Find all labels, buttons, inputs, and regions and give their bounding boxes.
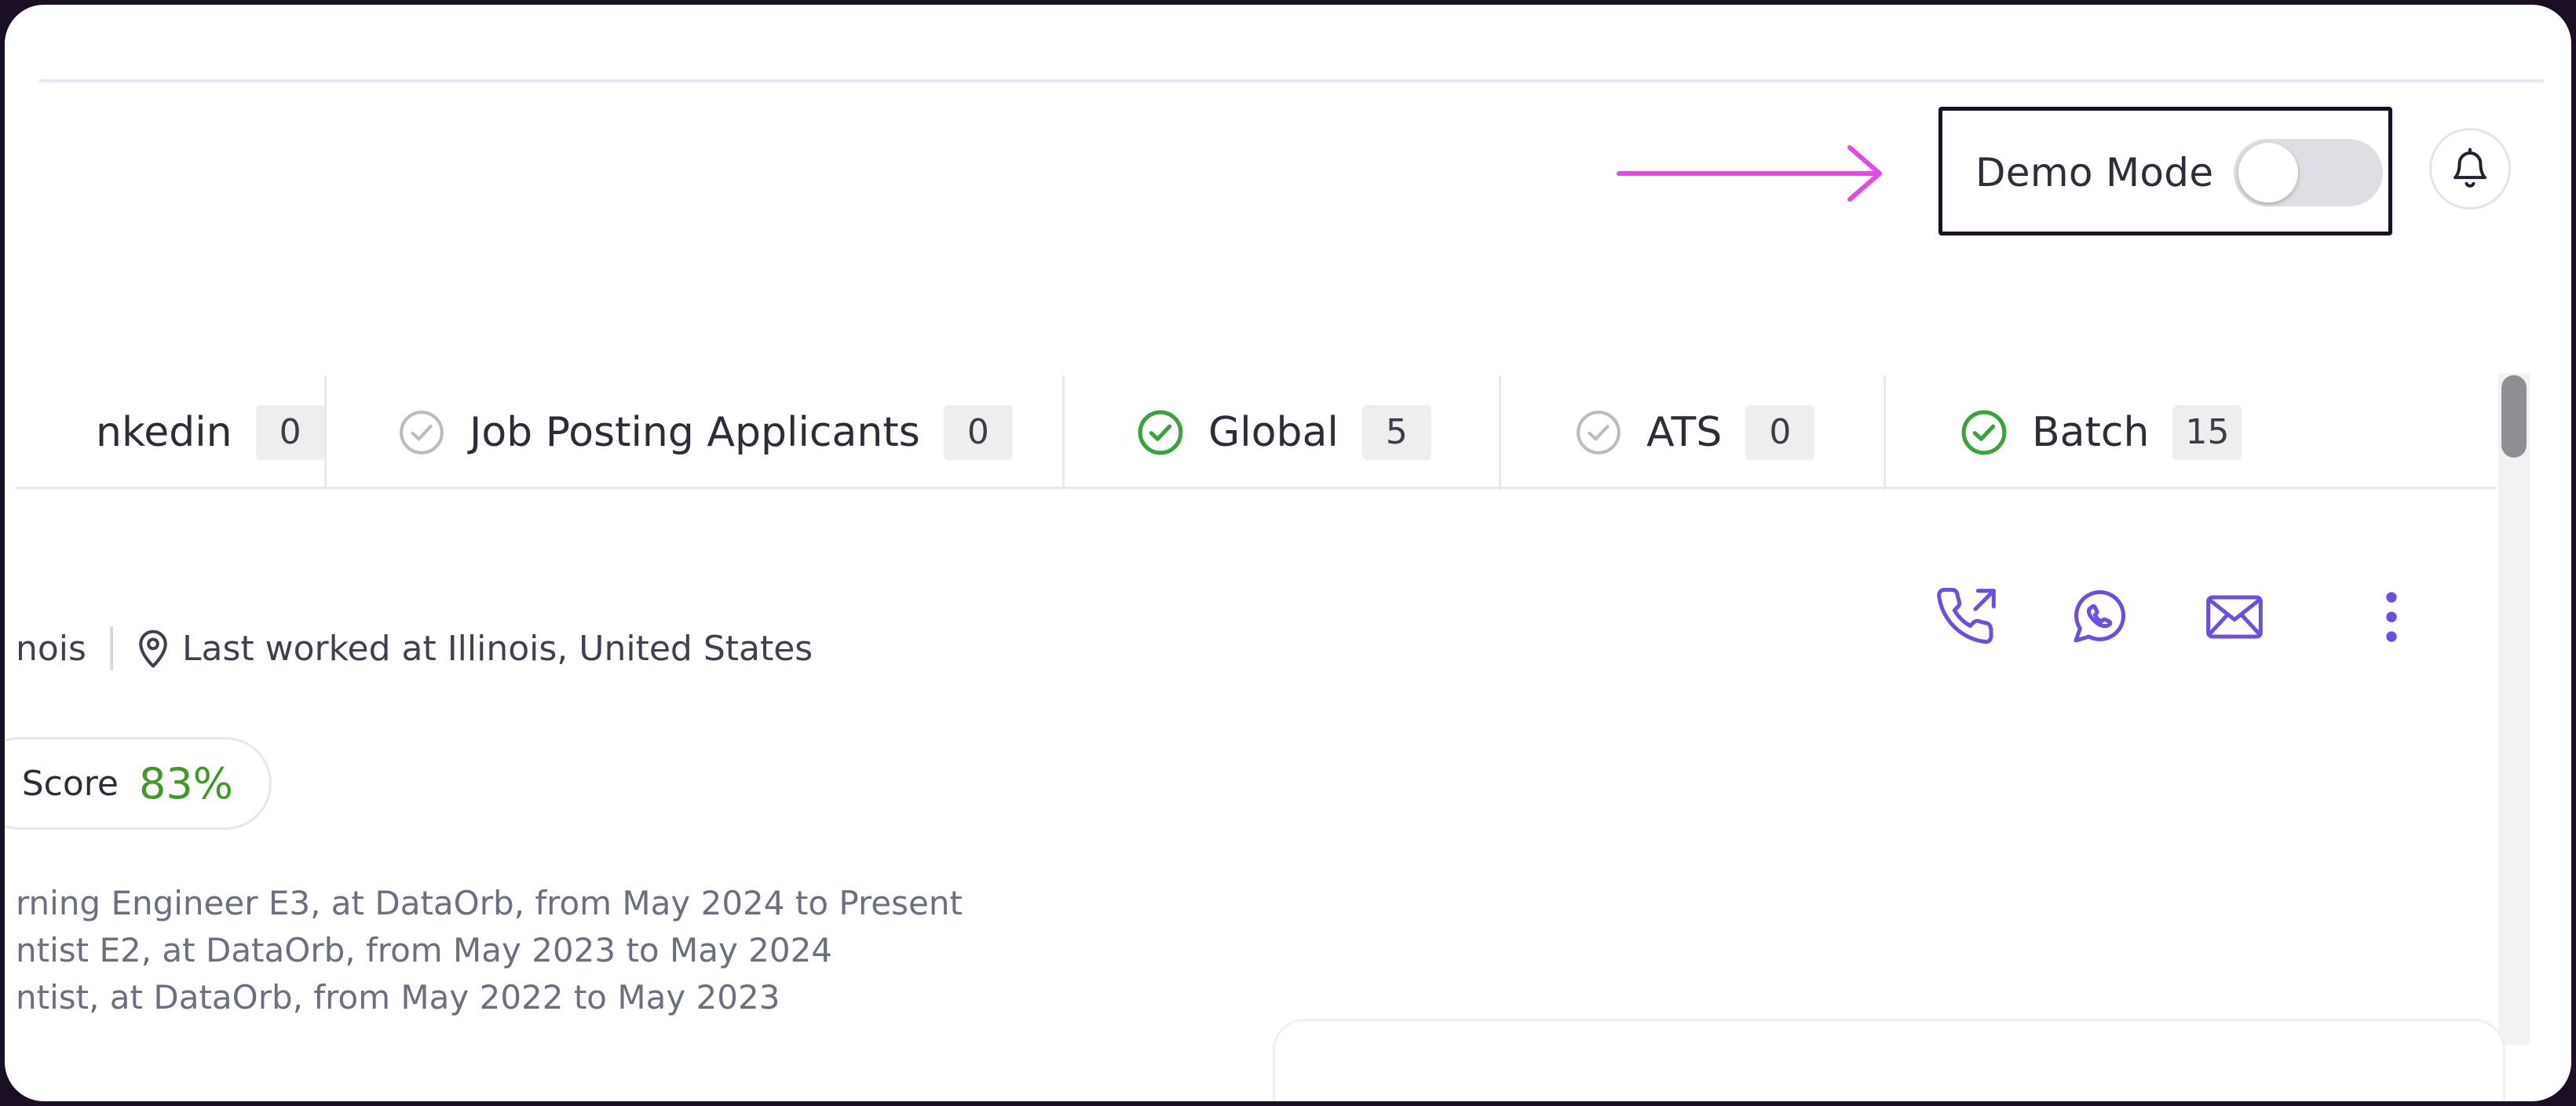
tab-ats[interactable]: ATS 0 bbox=[1574, 375, 1815, 490]
tab-label: Job Posting Applicants bbox=[470, 409, 920, 456]
tab-label: nkedin bbox=[96, 409, 232, 456]
tabs-divider bbox=[16, 487, 2497, 489]
tab-divider bbox=[1499, 375, 1501, 490]
check-circle-icon bbox=[400, 411, 444, 454]
whatsapp-icon[interactable] bbox=[2068, 586, 2131, 648]
tab-count: 0 bbox=[255, 405, 325, 460]
app-window: Demo Mode nkedin 0 Job Posting Applicant… bbox=[0, 0, 2576, 1106]
scrollbar-thumb[interactable] bbox=[2501, 375, 2527, 458]
score-value: 83% bbox=[138, 758, 233, 809]
tab-job-posting-applicants[interactable]: Job Posting Applicants 0 bbox=[397, 375, 1013, 490]
bell-icon bbox=[2454, 148, 2486, 188]
check-circle-icon bbox=[1577, 411, 1621, 454]
score-label: Score bbox=[21, 763, 119, 804]
tab-count: 0 bbox=[943, 405, 1013, 460]
annotation-arrow bbox=[1617, 145, 1882, 202]
tab-divider bbox=[1884, 375, 1886, 490]
toggle-knob bbox=[2238, 143, 2298, 203]
demo-mode-toggle[interactable] bbox=[2234, 139, 2383, 206]
notifications-button[interactable] bbox=[2429, 128, 2511, 210]
demo-mode-highlight: Demo Mode bbox=[1938, 107, 2392, 235]
check-circle-icon bbox=[1138, 410, 1183, 455]
demo-mode-label: Demo Mode bbox=[1975, 150, 2214, 195]
check-circle-icon bbox=[1961, 410, 2007, 455]
tab-linkedin[interactable]: nkedin 0 bbox=[96, 375, 325, 490]
tab-label: ATS bbox=[1646, 409, 1723, 456]
experience-item: rning Engineer E3, at DataOrb, from May … bbox=[16, 884, 963, 922]
experience-item: ntist E2, at DataOrb, from May 2023 to M… bbox=[16, 931, 833, 969]
tab-count: 15 bbox=[2172, 405, 2242, 460]
map-pin-icon bbox=[139, 630, 167, 668]
match-score-badge: Score 83% bbox=[5, 737, 272, 830]
more-vertical-icon[interactable] bbox=[2360, 586, 2423, 648]
candidate-detail-card bbox=[1273, 1019, 2505, 1101]
last-worked-location: Last worked at Illinois, United States bbox=[181, 628, 813, 669]
tab-count: 5 bbox=[1361, 405, 1431, 460]
location-separator bbox=[109, 626, 113, 670]
tab-global[interactable]: Global 5 bbox=[1136, 375, 1431, 490]
candidate-location: nois Last worked at Illinois, United Sta… bbox=[16, 625, 813, 672]
contact-actions bbox=[1936, 586, 2423, 648]
tab-batch[interactable]: Batch 15 bbox=[1960, 375, 2242, 490]
phone-call-icon[interactable] bbox=[1936, 586, 1999, 648]
experience-list: rning Engineer E3, at DataOrb, from May … bbox=[16, 880, 963, 1021]
tab-label: Batch bbox=[2032, 409, 2150, 456]
tab-divider bbox=[324, 375, 327, 490]
header-divider bbox=[39, 79, 2544, 82]
experience-item: ntist, at DataOrb, from May 2022 to May … bbox=[16, 978, 780, 1017]
source-tabs: nkedin 0 Job Posting Applicants 0 Global… bbox=[16, 375, 2497, 490]
location-prefix: nois bbox=[16, 628, 86, 669]
email-icon[interactable] bbox=[2203, 586, 2266, 648]
tab-label: Global bbox=[1208, 409, 1339, 456]
tab-divider bbox=[1062, 375, 1065, 490]
tab-count: 0 bbox=[1745, 405, 1815, 460]
scrollbar-track[interactable] bbox=[2498, 374, 2530, 1045]
